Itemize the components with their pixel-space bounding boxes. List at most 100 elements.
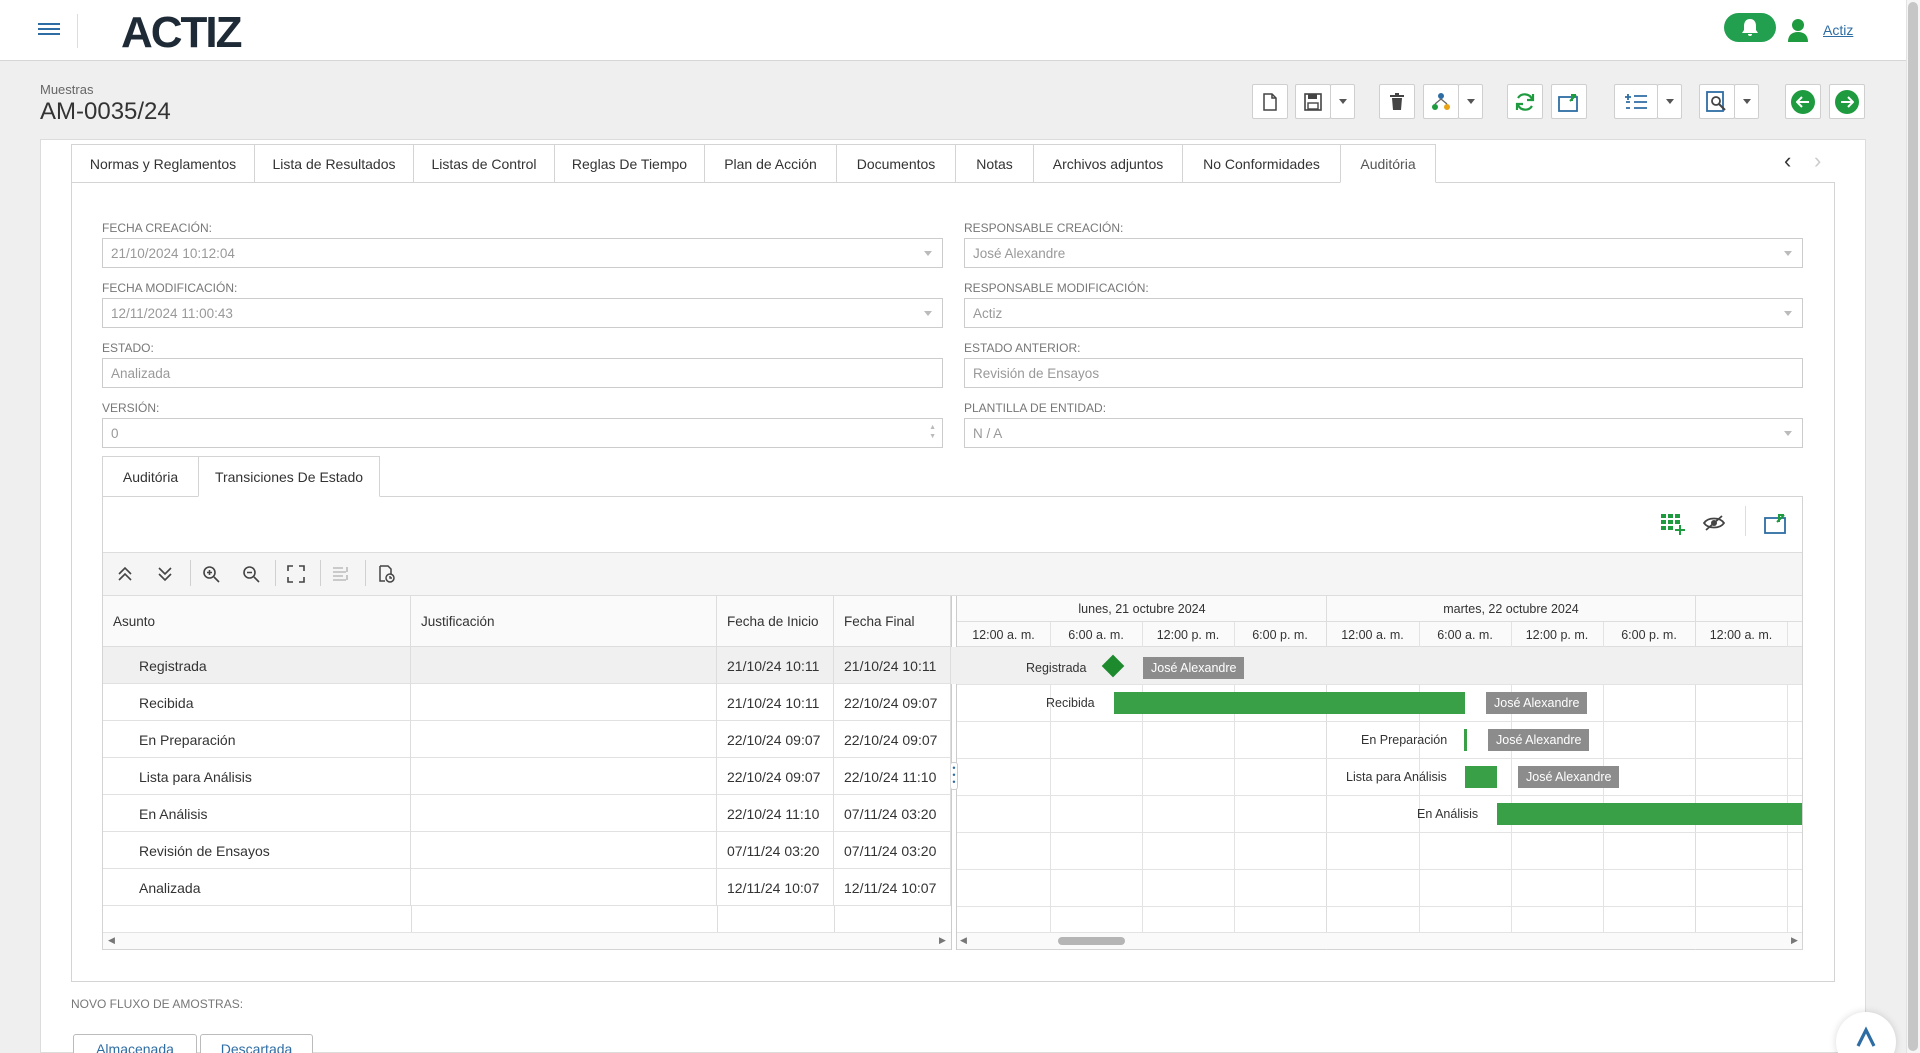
gantt-task-label: En Análisis: [1417, 807, 1479, 821]
export-grid-icon[interactable]: [1764, 512, 1788, 534]
version-field[interactable]: 0 ▲ ▼: [102, 418, 943, 448]
new-button[interactable]: [1252, 84, 1288, 119]
preview-button[interactable]: [1699, 84, 1735, 119]
chevron-down-icon: [1466, 99, 1475, 104]
collapse-all-icon[interactable]: [116, 565, 134, 583]
gantt-toolbar: [103, 552, 1802, 596]
responsable-creacion-field[interactable]: José Alexandre: [964, 238, 1803, 268]
chevron-down-icon: [1665, 99, 1674, 104]
hide-icon[interactable]: [1702, 514, 1726, 532]
scroll-right-icon[interactable]: ▶: [1791, 935, 1798, 946]
col-asunto[interactable]: Asunto: [103, 596, 411, 647]
list-dropdown[interactable]: [1657, 84, 1682, 119]
table-row[interactable]: Revisión de Ensayos 07/11/24 03:20 07/11…: [103, 832, 951, 869]
divider: [365, 560, 366, 586]
gantt-bar[interactable]: [1464, 729, 1467, 751]
scroll-left-icon[interactable]: ◀: [960, 935, 967, 946]
gantt-bar[interactable]: [1497, 803, 1802, 825]
cell-asunto: En Análisis: [103, 795, 411, 832]
tab-normas[interactable]: Normas y Reglamentos: [71, 144, 255, 183]
estado-anterior-field[interactable]: Revisión de Ensayos: [964, 358, 1803, 388]
gantt-hour: 12:00 p. m.: [1156, 628, 1220, 642]
save-dropdown[interactable]: [1330, 84, 1355, 119]
tab-auditoria[interactable]: Auditória: [1340, 144, 1436, 183]
grid-line: [957, 906, 1802, 907]
table-row[interactable]: Analizada 12/11/24 10:07 12/11/24 10:07: [103, 869, 951, 906]
col-fecha-final[interactable]: Fecha Final: [834, 596, 951, 647]
stepper-icon[interactable]: ▲ ▼: [929, 423, 936, 441]
fecha-creacion-field[interactable]: 21/10/2024 10:12:04: [102, 238, 943, 268]
col-justificacion[interactable]: Justificación: [411, 596, 717, 647]
divider: [834, 906, 835, 932]
list-button[interactable]: [1614, 84, 1658, 119]
gantt-bar[interactable]: [1465, 766, 1497, 788]
gantt-scrollbar-thumb[interactable]: [1058, 937, 1125, 945]
tab-archivos[interactable]: Archivos adjuntos: [1033, 144, 1183, 183]
sub-tabs: Auditória Transiciones De Estado: [102, 456, 380, 497]
gantt-hour: 6:00 p. m.: [1621, 628, 1677, 642]
fecha-modificacion-field[interactable]: 12/11/2024 11:00:43: [102, 298, 943, 328]
scroll-top-button[interactable]: [1836, 1012, 1896, 1053]
cell-fin: 22/10/24 09:07: [834, 684, 951, 721]
zoom-out-icon[interactable]: [242, 565, 260, 583]
estado-field[interactable]: Analizada: [102, 358, 943, 388]
gantt-hour: 12:00 a. m.: [1341, 628, 1404, 642]
grid-scrollbar[interactable]: [103, 932, 951, 949]
zoom-in-icon[interactable]: [202, 565, 220, 583]
table-row[interactable]: Registrada 21/10/24 10:11 21/10/24 10:11: [103, 647, 951, 684]
table-row[interactable]: Recibida 21/10/24 10:11 22/10/24 09:07: [103, 684, 951, 721]
tab-notas[interactable]: Notas: [955, 144, 1034, 183]
plantilla-field[interactable]: N / A: [964, 418, 1803, 448]
tab-plan-accion[interactable]: Plan de Acción: [704, 144, 837, 183]
cell-asunto: Recibida: [103, 684, 411, 721]
grid-line: [957, 795, 1802, 796]
divider: [190, 560, 191, 586]
table-row[interactable]: En Análisis 22/10/24 11:10 07/11/24 03:2…: [103, 795, 951, 832]
expand-all-icon[interactable]: [156, 565, 174, 583]
tab-resultados[interactable]: Lista de Resultados: [254, 144, 414, 183]
delete-icon: [1390, 92, 1404, 110]
col-fecha-inicio[interactable]: Fecha de Inicio: [717, 596, 834, 647]
save-button[interactable]: [1295, 84, 1331, 119]
task-list-icon[interactable]: [332, 565, 350, 583]
table-row[interactable]: Lista para Análisis 22/10/24 09:07 22/10…: [103, 758, 951, 795]
gantt-task-label: Registrada: [1026, 661, 1087, 675]
workflow-dropdown[interactable]: [1458, 84, 1483, 119]
fullscreen-icon[interactable]: [287, 565, 305, 583]
notifications-button[interactable]: [1724, 13, 1776, 42]
descartada-button[interactable]: Descartada: [200, 1034, 313, 1053]
scroll-left-icon[interactable]: ◀: [108, 935, 115, 946]
menu-icon[interactable]: [38, 20, 60, 40]
version-value: 0: [111, 425, 119, 441]
chevron-down-icon: [1338, 99, 1347, 104]
page-scrollbar-thumb[interactable]: [1908, 2, 1918, 1051]
subtab-transiciones[interactable]: Transiciones De Estado: [198, 456, 380, 497]
user-link[interactable]: Actiz: [1823, 22, 1853, 38]
tab-reglas-tiempo[interactable]: Reglas De Tiempo: [554, 144, 705, 183]
delete-button[interactable]: [1379, 84, 1415, 119]
gantt-bar[interactable]: [1114, 692, 1465, 714]
export-button[interactable]: [1551, 84, 1587, 119]
refresh-button[interactable]: [1507, 84, 1543, 119]
tab-no-conformidades[interactable]: No Conformidades: [1182, 144, 1341, 183]
cell-justificacion: [411, 795, 717, 832]
previous-record-button[interactable]: [1785, 84, 1821, 119]
cell-fin: 22/10/24 09:07: [834, 721, 951, 758]
subtab-auditoria[interactable]: Auditória: [102, 456, 199, 497]
arrow-left-icon: [1791, 89, 1815, 114]
next-record-button[interactable]: [1829, 84, 1865, 119]
scroll-right-icon[interactable]: ▶: [939, 935, 946, 946]
add-column-icon[interactable]: [1660, 512, 1686, 536]
tabs-next-icon[interactable]: ›: [1814, 148, 1821, 174]
tabs-prev-icon[interactable]: ‹: [1784, 148, 1791, 174]
tab-documentos[interactable]: Documentos: [836, 144, 956, 183]
splitter-handle-icon[interactable]: • • •: [950, 762, 958, 790]
table-row[interactable]: En Preparación 22/10/24 09:07 22/10/24 0…: [103, 721, 951, 758]
responsable-modificacion-field[interactable]: Actiz: [964, 298, 1803, 328]
workflow-button[interactable]: [1423, 84, 1459, 119]
preview-dropdown[interactable]: [1734, 84, 1759, 119]
almacenada-button[interactable]: Almacenada: [73, 1034, 197, 1053]
tab-listas-control[interactable]: Listas de Control: [413, 144, 555, 183]
schedule-icon[interactable]: [377, 565, 395, 583]
cell-asunto: Lista para Análisis: [103, 758, 411, 795]
